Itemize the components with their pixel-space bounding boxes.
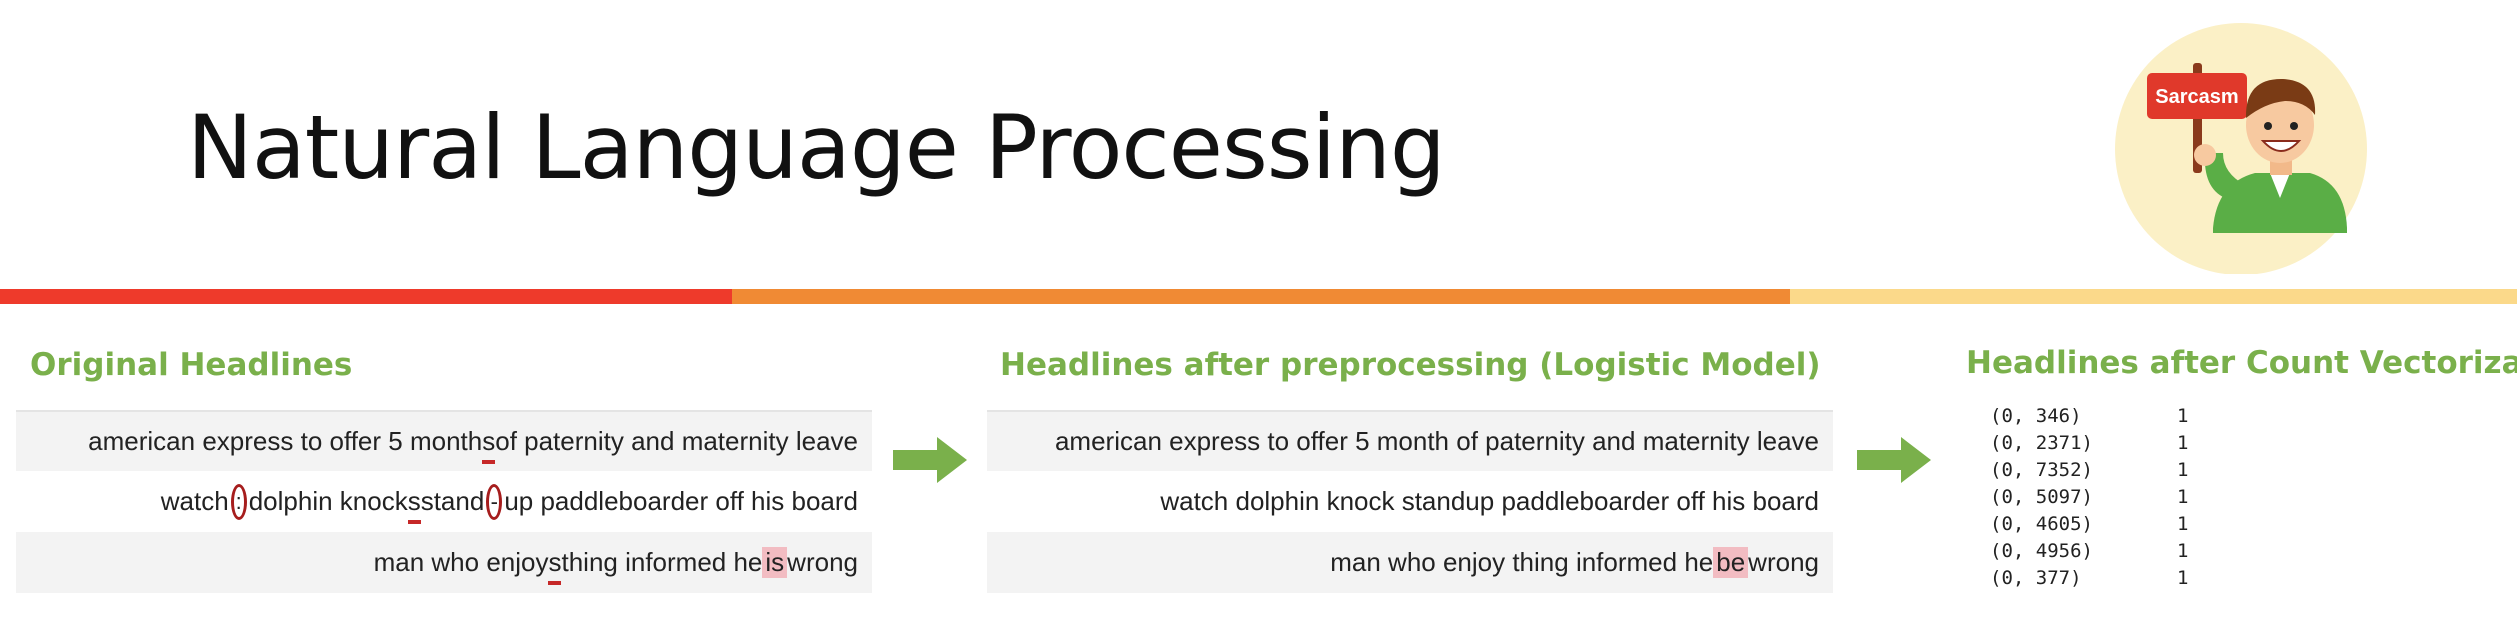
original-headlines-panel: american express to offer 5 month s of pa… [16,410,872,593]
removed-suffix-mark: s [407,486,421,524]
row-text: american express to offer 5 month of pat… [1054,426,1819,456]
removed-punctuation-circle: - [486,483,503,520]
right-arrow-icon [893,437,967,483]
right-arrow-icon [1857,437,1931,483]
token-count: 1 [2177,486,2189,508]
row-text: watch [160,486,229,516]
index-pair: (0, 346) [1990,405,2082,427]
original-row-2: watch: dolphin knock s stand - up paddleboa… [16,471,872,532]
count-vector-row: (0, 4605) 1 [1990,511,2188,538]
processed-row-1: american express to offer 5 month of pat… [987,410,1833,471]
token-count: 1 [2177,405,2189,427]
processed-row-3: man who enjoy thing informed he be wrong [987,532,1833,593]
token-count: 1 [2177,432,2189,454]
index-pair: (0, 377) [1990,567,2082,589]
row-text: american express to offer 5 month [88,426,483,456]
removed-suffix-mark: s [548,547,562,585]
accent-bar-yellow [1790,289,2517,304]
row-text: watch dolphin knock standup paddleboarde… [1160,486,1819,516]
token-count: 1 [2177,459,2189,481]
slide-title: Natural Language Processing [187,96,1446,199]
count-vector-row: (0, 2371) 1 [1990,430,2188,457]
processed-headlines-heading: Headlines after preprocessing (Logistic … [1000,347,1821,383]
vectorized-headlines-heading: Headlines after Count Vectorization [1966,345,2517,381]
original-headlines-heading: Original Headlines [30,347,353,383]
row-text: dolphin knock [248,486,408,516]
sign-text: Sarcasm [2155,86,2238,108]
removed-suffix-mark: s [482,426,496,464]
processed-headlines-panel: american express to offer 5 month of pat… [987,410,1833,593]
index-pair: (0, 7352) [1990,459,2093,481]
index-pair: (0, 2371) [1990,432,2093,454]
sarcasm-person-icon: Sarcasm [2115,23,2367,274]
row-text: of paternity and maternity leave [495,426,858,456]
token-count: 1 [2177,567,2189,589]
row-text: wrong [787,547,858,577]
row-text: man who enjoy [373,547,549,577]
row-text: stand [420,486,485,516]
count-vector-list: (0, 346) 1 (0, 2371) 1 (0, 7352) 1 (0, 5097) 1(… [1990,403,2188,592]
row-text: wrong [1748,547,1819,577]
row-text: man who enjoy thing informed he [1330,547,1714,577]
token-count: 1 [2177,540,2189,562]
row-text: thing informed he [561,547,763,577]
count-vector-row: (0, 7352) 1 [1990,457,2188,484]
count-vector-row: (0, 4956) 1 [1990,538,2188,565]
row-text: up paddleboarder off his board [504,486,858,516]
index-pair: (0, 4605) [1990,513,2093,535]
original-row-3: man who enjoy s thing informed he is wron… [16,532,872,593]
count-vector-row: (0, 346) 1 [1990,403,2188,430]
lemmatized-word-highlight: is [762,547,788,578]
index-pair: (0, 5097) [1990,486,2093,508]
token-count: 1 [2177,513,2189,535]
accent-bar-orange [732,289,1790,304]
lemmatized-word-highlight: be [1713,547,1749,578]
accent-bar-red [0,289,732,304]
index-pair: (0, 4956) [1990,540,2093,562]
count-vector-row: (0, 5097) 1 [1990,484,2188,511]
count-vector-row: (0, 377) 1 [1990,565,2188,592]
original-row-1: american express to offer 5 month s of pa… [16,410,872,471]
removed-punctuation-circle: : [230,483,247,520]
processed-row-2: watch dolphin knock standup paddleboarde… [987,471,1833,532]
